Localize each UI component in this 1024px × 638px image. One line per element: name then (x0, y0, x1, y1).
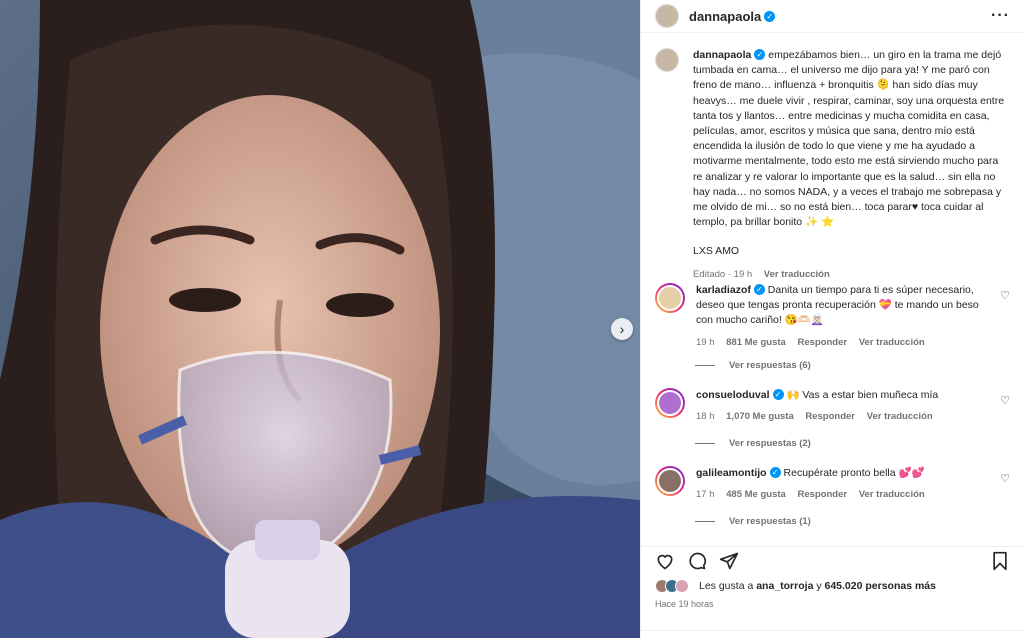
comment-text: 🙌 Vas a estar bien muñeca mía (786, 389, 939, 401)
avatar[interactable] (655, 283, 685, 313)
likes-summary: Les gusta a ana_torroja y 645.020 person… (655, 579, 1010, 593)
post-actions: Les gusta a ana_torroja y 645.020 person… (641, 546, 1024, 609)
translate-link[interactable]: Ver traducción (859, 337, 925, 348)
comment-time[interactable]: 18 h (696, 411, 715, 422)
chevron-right-icon[interactable]: › (611, 318, 633, 340)
likes-prefix: Les gusta a (699, 580, 754, 592)
caption-text: empezábamos bien… un giro en la trama me… (693, 49, 1007, 229)
view-replies-label[interactable]: Ver respuestas (2) (729, 438, 811, 449)
verified-badge-icon: ✓ (754, 49, 766, 60)
verified-badge-icon: ✓ (772, 389, 784, 400)
share-icon[interactable] (719, 551, 739, 571)
reply-button[interactable]: Responder (797, 489, 847, 500)
comment-heart-icon[interactable]: ♡ (1000, 394, 1010, 407)
comment-likes[interactable]: 485 Me gusta (726, 489, 786, 500)
view-replies-button[interactable]: Ver respuestas (2) (695, 438, 811, 449)
avatar[interactable] (655, 4, 679, 28)
view-replies-button[interactable]: Ver respuestas (1) (695, 516, 811, 527)
comment-item: galileamontijo ✓ Recupérate pronto bella … (655, 466, 1010, 502)
reply-button[interactable]: Responder (797, 337, 847, 348)
comment-time[interactable]: 19 h (696, 337, 715, 348)
comment-time[interactable]: 17 h (696, 489, 715, 500)
likes-middle: y (816, 580, 822, 592)
post-header: dannapaola ✓ ··· (641, 0, 1024, 33)
comment-likes[interactable]: 881 Me gusta (726, 337, 786, 348)
likes-count[interactable]: 645.020 personas más (825, 580, 937, 592)
post-photo: › (0, 0, 640, 638)
heart-icon[interactable] (655, 551, 675, 571)
edited-label: Editado · 19 h (693, 268, 753, 280)
divider (695, 443, 715, 444)
view-replies-button[interactable]: Ver respuestas (6) (695, 360, 811, 371)
caption-signoff: LXS AMO (693, 245, 740, 258)
more-options-icon[interactable]: ··· (991, 7, 1010, 25)
view-replies-label[interactable]: Ver respuestas (6) (729, 360, 811, 371)
comment-heart-icon[interactable]: ♡ (1000, 289, 1010, 302)
verified-badge-icon: ✓ (769, 467, 781, 478)
caption-username[interactable]: dannapaola (693, 49, 751, 61)
post-author-username[interactable]: dannapaola (689, 9, 761, 24)
comment-username[interactable]: consueloduval (696, 389, 770, 401)
avatar (675, 579, 689, 593)
comments-section: dannapaola ✓ empezábamos bien… un giro en… (641, 46, 1024, 544)
caption: dannapaola ✓ empezábamos bien… un giro en… (655, 48, 1010, 282)
avatar[interactable] (655, 388, 685, 418)
avatar[interactable] (655, 48, 679, 72)
comment-likes[interactable]: 1,070 Me gusta (726, 411, 794, 422)
comment-text: Recupérate pronto bella 💕💕 (783, 467, 925, 479)
bookmark-icon[interactable] (990, 551, 1010, 571)
verified-badge-icon: ✓ (764, 10, 776, 22)
photo-illustration (0, 0, 640, 638)
reply-button[interactable]: Responder (805, 411, 855, 422)
divider (695, 521, 715, 522)
liker-avatars (655, 579, 689, 593)
divider (641, 630, 1024, 631)
avatar[interactable] (655, 466, 685, 496)
comment-username[interactable]: karladiazof (696, 284, 751, 296)
liker-username[interactable]: ana_torroja (756, 580, 813, 592)
comment-item: karladiazof ✓ Danita un tiempo para ti es… (655, 283, 1010, 350)
verified-badge-icon: ✓ (753, 284, 765, 295)
comment-item: consueloduval ✓ 🙌 Vas a estar bien muñeca… (655, 388, 1010, 424)
comment-heart-icon[interactable]: ♡ (1000, 472, 1010, 485)
translate-link[interactable]: Ver traducción (764, 269, 830, 280)
view-replies-label[interactable]: Ver respuestas (1) (729, 516, 811, 527)
post-side-panel: dannapaola ✓ ··· dannapaola ✓ empezábamos… (640, 0, 1024, 638)
divider (695, 365, 715, 366)
translate-link[interactable]: Ver traducción (859, 489, 925, 500)
translate-link[interactable]: Ver traducción (867, 411, 933, 422)
post-timestamp[interactable]: Hace 19 horas (655, 599, 1010, 609)
comment-icon[interactable] (687, 551, 707, 571)
comment-username[interactable]: galileamontijo (696, 467, 767, 479)
